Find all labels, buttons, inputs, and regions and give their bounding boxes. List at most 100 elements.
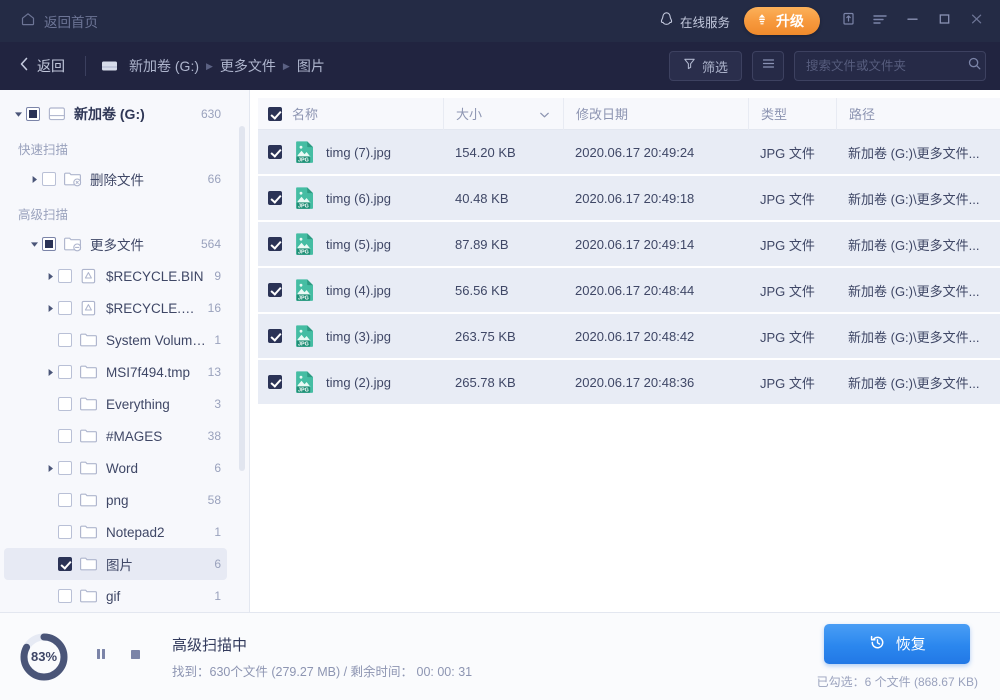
tree-item-checkbox[interactable] [58,333,72,347]
chevron-right-icon[interactable] [42,464,58,473]
tree-item-checkbox[interactable] [58,301,72,315]
tree-item-$RECYCLE.BIN[interactable]: $RECYCLE.BIN16 [4,292,227,324]
column-header-path[interactable]: 路径 [836,98,1000,130]
cell-date: 2020.06.17 20:49:14 [563,237,748,252]
tree-item-checkbox[interactable] [58,269,72,283]
chevron-right-icon[interactable] [42,304,58,313]
home-button[interactable]: 返回首页 [14,7,104,36]
tree-item-图片[interactable]: 图片6 [4,548,227,580]
tree-item-checkbox[interactable] [26,107,40,121]
funnel-icon [683,57,696,75]
tree-item-Notepad2[interactable]: Notepad21 [4,516,227,548]
jpg-file-icon: JPG [294,186,316,210]
folder-tree: 新加卷 (G:)630快速扫描删除文件66高级扫描更多文件564$RECYCLE… [0,98,249,612]
svg-text:JPG: JPG [298,341,309,347]
recover-button[interactable]: 恢复 [824,624,970,664]
feedback-icon [841,11,856,31]
menu-button[interactable] [864,6,896,36]
feedback-button[interactable] [832,6,864,36]
chevron-down-icon[interactable] [10,110,26,119]
tree-item-checkbox[interactable] [58,557,72,571]
tree-item-gif[interactable]: gif1 [4,580,227,612]
upgrade-button[interactable]: 升级 [744,7,820,35]
cell-size: 87.89 KB [443,237,563,252]
row-checkbox[interactable] [268,237,282,251]
tree-item-checkbox[interactable] [58,461,72,475]
tree-item-删除文件[interactable]: 删除文件66 [4,163,227,195]
table-row[interactable]: JPGtimg (2).jpg265.78 KB2020.06.17 20:48… [258,360,1000,406]
folder-icon [79,459,99,477]
tree-item-checkbox[interactable] [58,525,72,539]
sidebar-scrollbar[interactable] [239,126,245,471]
tree-item-System Volume Inf...[interactable]: System Volume Inf...1 [4,324,227,356]
table-row[interactable]: JPGtimg (6).jpg40.48 KB2020.06.17 20:49:… [258,176,1000,222]
home-label: 返回首页 [44,11,98,31]
column-header-size[interactable]: 大小 [443,98,563,130]
breadcrumb-item-1[interactable]: 更多文件 [220,56,276,76]
breadcrumb-item-0[interactable]: 新加卷 (G:) [129,56,199,76]
select-all-checkbox[interactable] [268,107,282,121]
tree-item-checkbox[interactable] [58,589,72,603]
back-label: 返回 [37,56,65,76]
tree-item-Word[interactable]: Word6 [4,452,227,484]
search-box[interactable] [794,51,986,81]
column-header-date[interactable]: 修改日期 [563,98,748,130]
minimize-button[interactable] [896,6,928,36]
folder-deleted-icon [63,170,83,188]
row-checkbox[interactable] [268,329,282,343]
svg-text:JPG: JPG [298,387,309,393]
tree-item-checkbox[interactable] [42,172,56,186]
table-row[interactable]: JPGtimg (3).jpg263.75 KB2020.06.17 20:48… [258,314,1000,360]
row-checkbox[interactable] [268,145,282,159]
close-button[interactable] [960,6,992,36]
column-header-path-label: 路径 [849,104,875,123]
cell-date: 2020.06.17 20:48:42 [563,329,748,344]
column-header-type[interactable]: 类型 [748,98,836,130]
tree-item-count: 13 [208,365,221,379]
tree-item-label: 更多文件 [90,234,193,254]
chevron-right-icon[interactable] [26,175,42,184]
tree-item-MSI7f494.tmp[interactable]: MSI7f494.tmp13 [4,356,227,388]
tree-item-count: 66 [208,172,221,186]
chevron-right-icon[interactable] [42,368,58,377]
tree-item-#MAGES[interactable]: #MAGES38 [4,420,227,452]
tree-item-checkbox[interactable] [58,365,72,379]
scan-status-title: 高级扫描中 [172,634,472,655]
back-button[interactable]: 返回 [12,52,71,81]
tree-item-checkbox[interactable] [42,237,56,251]
tree-item-png[interactable]: png58 [4,484,227,516]
tree-item-checkbox[interactable] [58,397,72,411]
cell-name: JPGtimg (6).jpg [258,186,443,210]
chevron-down-icon[interactable] [26,240,42,249]
search-icon[interactable] [967,56,982,76]
cell-date: 2020.06.17 20:49:18 [563,191,748,206]
chevron-right-icon[interactable] [42,272,58,281]
file-name-label: timg (7).jpg [326,145,391,160]
row-checkbox[interactable] [268,191,282,205]
tree-item-$RECYCLE.BIN[interactable]: $RECYCLE.BIN9 [4,260,227,292]
column-header-name[interactable]: 名称 [258,98,443,130]
tree-item-label: #MAGES [106,429,200,444]
search-input[interactable] [806,59,967,73]
column-header-size-label: 大小 [456,104,482,123]
table-row[interactable]: JPGtimg (5).jpg87.89 KB2020.06.17 20:49:… [258,222,1000,268]
online-service-button[interactable]: 在线服务 [659,11,730,32]
row-checkbox[interactable] [268,283,282,297]
caret-down-icon[interactable] [540,106,549,121]
table-row[interactable]: JPGtimg (7).jpg154.20 KB2020.06.17 20:49… [258,130,1000,176]
pause-button[interactable] [92,648,110,666]
breadcrumb-item-2[interactable]: 图片 [297,56,325,76]
maximize-button[interactable] [928,6,960,36]
tree-item-新加卷 (G:)[interactable]: 新加卷 (G:)630 [4,98,227,130]
tree-item-checkbox[interactable] [58,429,72,443]
tree-item-checkbox[interactable] [58,493,72,507]
table-row[interactable]: JPGtimg (4).jpg56.56 KB2020.06.17 20:48:… [258,268,1000,314]
tree-item-Everything[interactable]: Everything3 [4,388,227,420]
stop-button[interactable] [126,648,144,666]
list-view-button[interactable] [752,51,784,81]
row-checkbox[interactable] [268,375,282,389]
filter-button[interactable]: 筛选 [669,51,742,81]
cell-date: 2020.06.17 20:48:36 [563,375,748,390]
tree-item-更多文件[interactable]: 更多文件564 [4,228,227,260]
breadcrumb: 新加卷 (G:) ▶ 更多文件 ▶ 图片 [100,56,325,76]
